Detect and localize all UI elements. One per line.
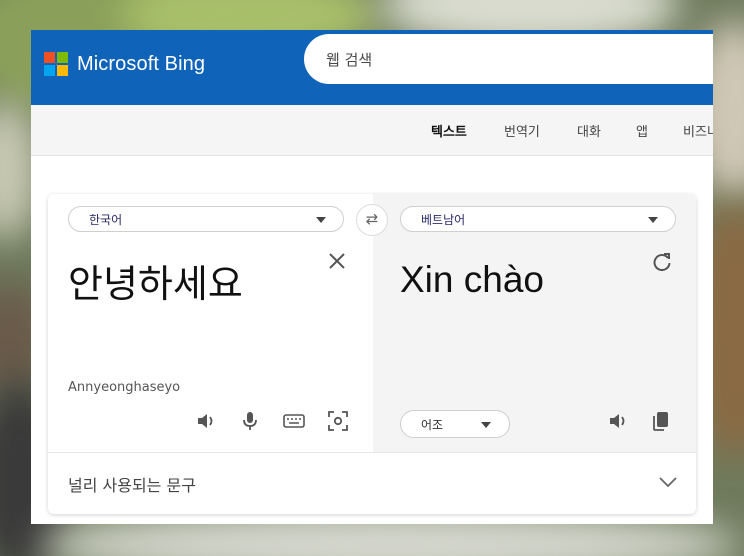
- search-input[interactable]: [324, 48, 708, 72]
- translator-card: 한국어 ⇄ 베트남어 안녕하세요 Xin chào Annyeonghaseyo: [48, 194, 696, 514]
- target-language-label: 베트남어: [421, 213, 466, 227]
- source-text-input[interactable]: 안녕하세요: [68, 256, 243, 312]
- brand-name[interactable]: Microsoft Bing: [77, 50, 205, 78]
- keyboard-icon[interactable]: [283, 412, 305, 430]
- search-box[interactable]: [304, 34, 713, 84]
- source-language-select[interactable]: 한국어: [68, 206, 344, 232]
- transliteration-text: Annyeonghaseyo: [68, 380, 181, 395]
- translated-text: Xin chào: [400, 259, 544, 300]
- divider: [48, 452, 696, 453]
- microphone-icon[interactable]: [240, 410, 260, 432]
- speaker-icon[interactable]: [195, 410, 217, 432]
- chevron-down-icon: [316, 217, 326, 223]
- microsoft-logo-icon[interactable]: [44, 52, 68, 76]
- chevron-down-icon[interactable]: [658, 475, 678, 489]
- tone-label: 어조: [421, 418, 444, 432]
- copy-icon[interactable]: [651, 410, 671, 432]
- header-bar: Microsoft Bing: [31, 30, 713, 105]
- tone-select[interactable]: 어조: [400, 410, 510, 438]
- tab-apps[interactable]: 앱: [636, 121, 648, 140]
- common-phrases-label[interactable]: 널리 사용되는 문구: [68, 472, 196, 496]
- camera-scan-icon[interactable]: [327, 410, 349, 432]
- source-language-label: 한국어: [89, 213, 123, 227]
- tab-translator[interactable]: 번역기: [504, 121, 540, 140]
- tab-business[interactable]: 비즈니: [683, 121, 713, 140]
- swap-languages-button[interactable]: ⇄: [356, 204, 388, 236]
- speaker-icon[interactable]: [607, 410, 629, 432]
- tab-text[interactable]: 텍스트: [431, 121, 467, 140]
- tab-conversation[interactable]: 대화: [577, 121, 601, 140]
- bing-translator-window: Microsoft Bing 텍스트 번역기 대화 앱 비즈니 한국어 ⇄ 베트…: [31, 30, 713, 524]
- swap-icon: ⇄: [365, 210, 379, 228]
- close-icon[interactable]: [327, 251, 347, 271]
- sub-navigation: 텍스트 번역기 대화 앱 비즈니: [31, 105, 713, 156]
- chevron-down-icon: [481, 422, 491, 428]
- target-language-select[interactable]: 베트남어: [400, 206, 676, 232]
- chevron-down-icon: [648, 217, 658, 223]
- refresh-icon[interactable]: [651, 251, 673, 273]
